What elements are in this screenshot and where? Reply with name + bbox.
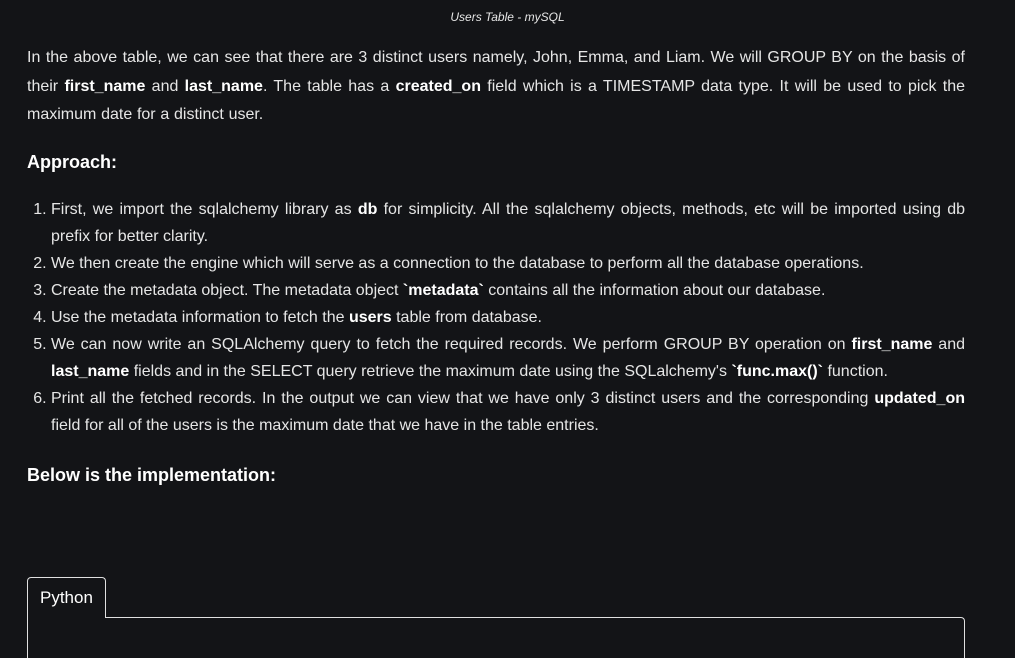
step-item: We can now write an SQLAlchemy query to … <box>51 331 965 385</box>
implementation-heading: Below is the implementation: <box>27 464 277 485</box>
approach-heading: Approach: <box>27 151 117 172</box>
step-item: Create the metadata object. The metadata… <box>51 277 965 304</box>
bold-created-on: created_on <box>395 77 481 95</box>
code-panel <box>27 617 965 658</box>
bold-first-name: first_name <box>64 77 146 95</box>
step-item: Use the metadata information to fetch th… <box>51 304 965 331</box>
intro-paragraph: In the above table, we can see that ther… <box>27 49 966 123</box>
step-item: First, we import the sqlalchemy library … <box>51 196 965 250</box>
step-item: We then create the engine which will ser… <box>51 250 965 277</box>
code-language-tabs: Python <box>27 577 965 618</box>
bold-last-name: last_name <box>184 77 263 95</box>
approach-steps-list: First, we import the sqlalchemy library … <box>27 196 965 439</box>
step-item: Print all the fetched records. In the ou… <box>51 385 965 439</box>
image-caption: Users Table - mySQL <box>450 10 565 24</box>
article-content: In the above table, we can see that ther… <box>27 44 965 486</box>
tab-python[interactable]: Python <box>27 577 106 618</box>
